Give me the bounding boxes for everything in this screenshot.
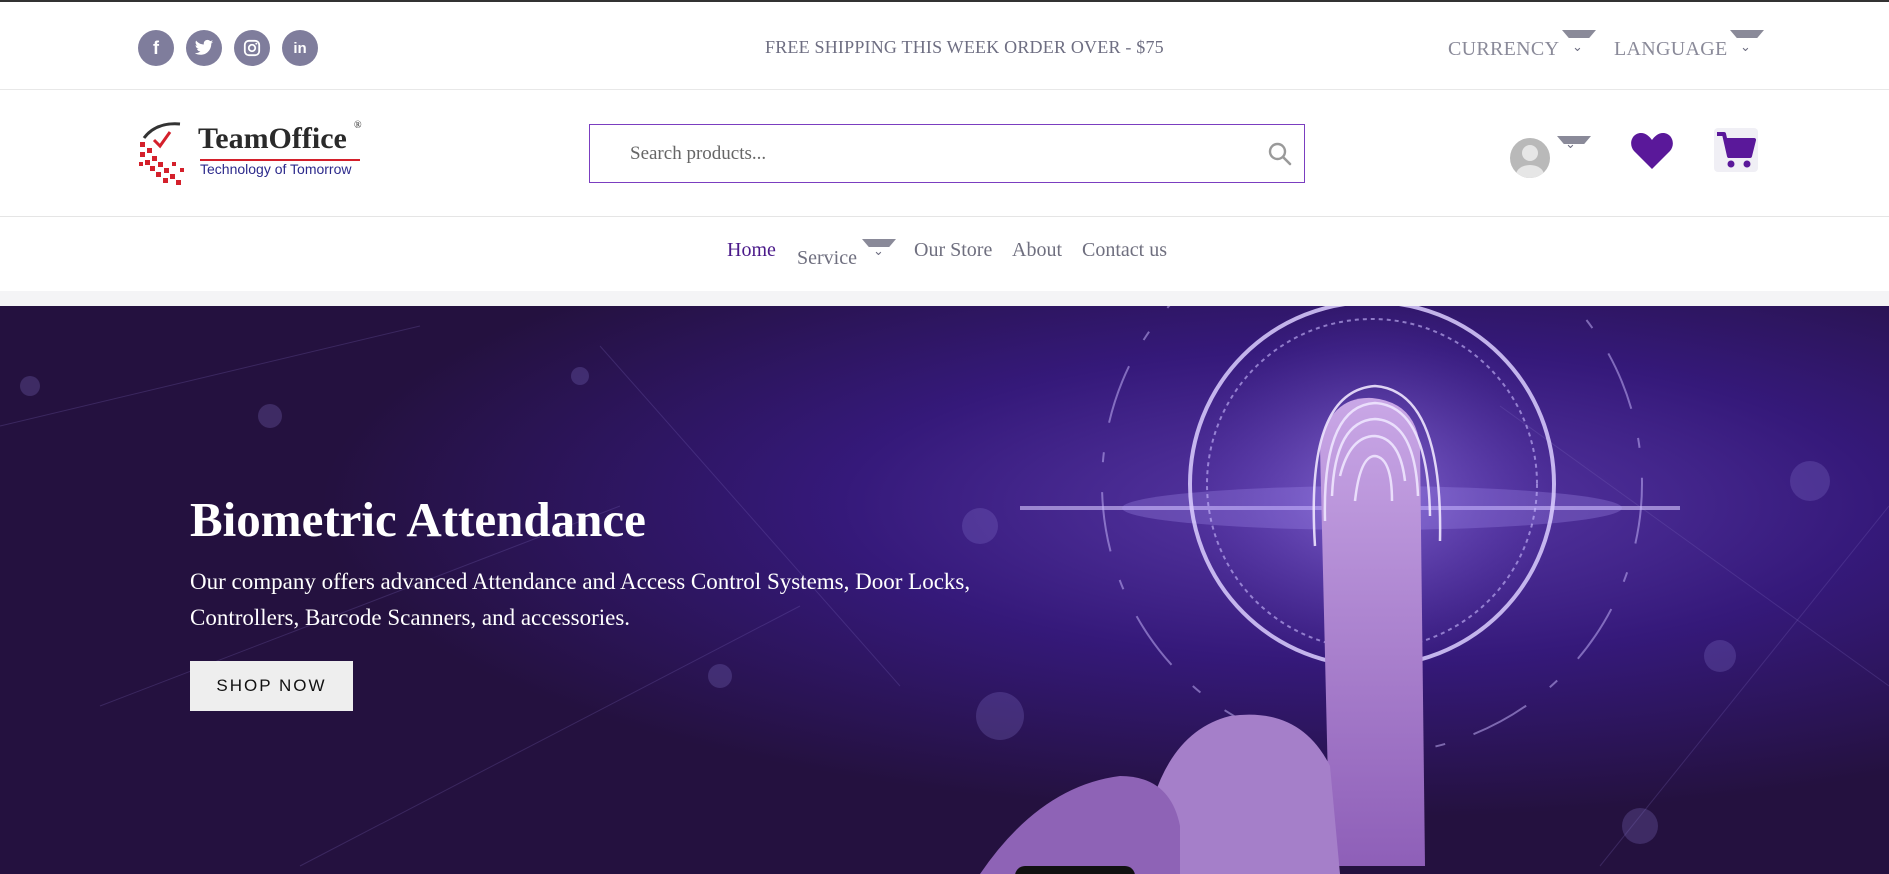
hero-banner: Biometric Attendance Our company offers … [0, 306, 1889, 874]
shop-now-button[interactable]: SHOP NOW [190, 661, 353, 711]
currency-caret-tab [1562, 30, 1596, 38]
nav-our-store[interactable]: Our Store [914, 239, 992, 262]
wishlist-heart-icon[interactable] [1630, 131, 1674, 171]
facebook-icon[interactable]: f [138, 30, 174, 66]
instagram-icon[interactable] [234, 30, 270, 66]
twitter-icon[interactable] [186, 30, 222, 66]
hero-description: Our company offers advanced Attendance a… [190, 569, 971, 630]
shipping-banner: FREE SHIPPING THIS WEEK ORDER OVER - $75 [765, 37, 1164, 57]
nav-service[interactable]: Service [797, 247, 857, 270]
main-nav: Home Service ⌄ Our Store About Contact u… [0, 218, 1889, 291]
language-caret-tab [1730, 30, 1764, 38]
main-header: TeamOffice ® Technology of Tomorrow ⌄ [0, 91, 1889, 217]
chevron-down-icon: ⌄ [1572, 40, 1584, 55]
chevron-down-icon[interactable]: ⌄ [1565, 137, 1576, 152]
user-icon [1516, 145, 1544, 178]
search-icon[interactable] [1266, 140, 1294, 168]
hero-title: Biometric Attendance [190, 492, 646, 547]
currency-label: CURRENCY [1448, 38, 1560, 60]
chevron-down-icon: ⌄ [1740, 40, 1752, 55]
social-links: f in [138, 30, 318, 66]
teamoffice-logo[interactable]: TeamOffice ® Technology of Tomorrow [136, 118, 366, 188]
linkedin-icon[interactable]: in [282, 30, 318, 66]
language-label: LANGUAGE [1614, 38, 1728, 60]
account-avatar[interactable] [1510, 138, 1550, 178]
cart-icon [1717, 132, 1756, 168]
top-bar: f in FREE SHIPPING THIS WEEK ORDER OVER … [0, 0, 1889, 90]
currency-dropdown[interactable]: CURRENCY ⌄ [1448, 30, 1596, 61]
search-input[interactable] [630, 139, 1230, 169]
logo-title: TeamOffice [198, 122, 347, 155]
language-dropdown[interactable]: LANGUAGE ⌄ [1614, 30, 1764, 61]
logo-tagline: Technology of Tomorrow [200, 161, 352, 177]
nav-home[interactable]: Home [727, 239, 776, 262]
chevron-down-icon[interactable]: ⌄ [873, 244, 884, 259]
nav-contact-us[interactable]: Contact us [1082, 239, 1167, 262]
logo-registered-mark: ® [354, 120, 362, 131]
nav-about[interactable]: About [1012, 239, 1062, 262]
nav-divider-strip [0, 291, 1889, 306]
logo-mark-icon [139, 122, 184, 185]
search-bar [589, 124, 1305, 183]
cart-button[interactable] [1714, 128, 1758, 172]
